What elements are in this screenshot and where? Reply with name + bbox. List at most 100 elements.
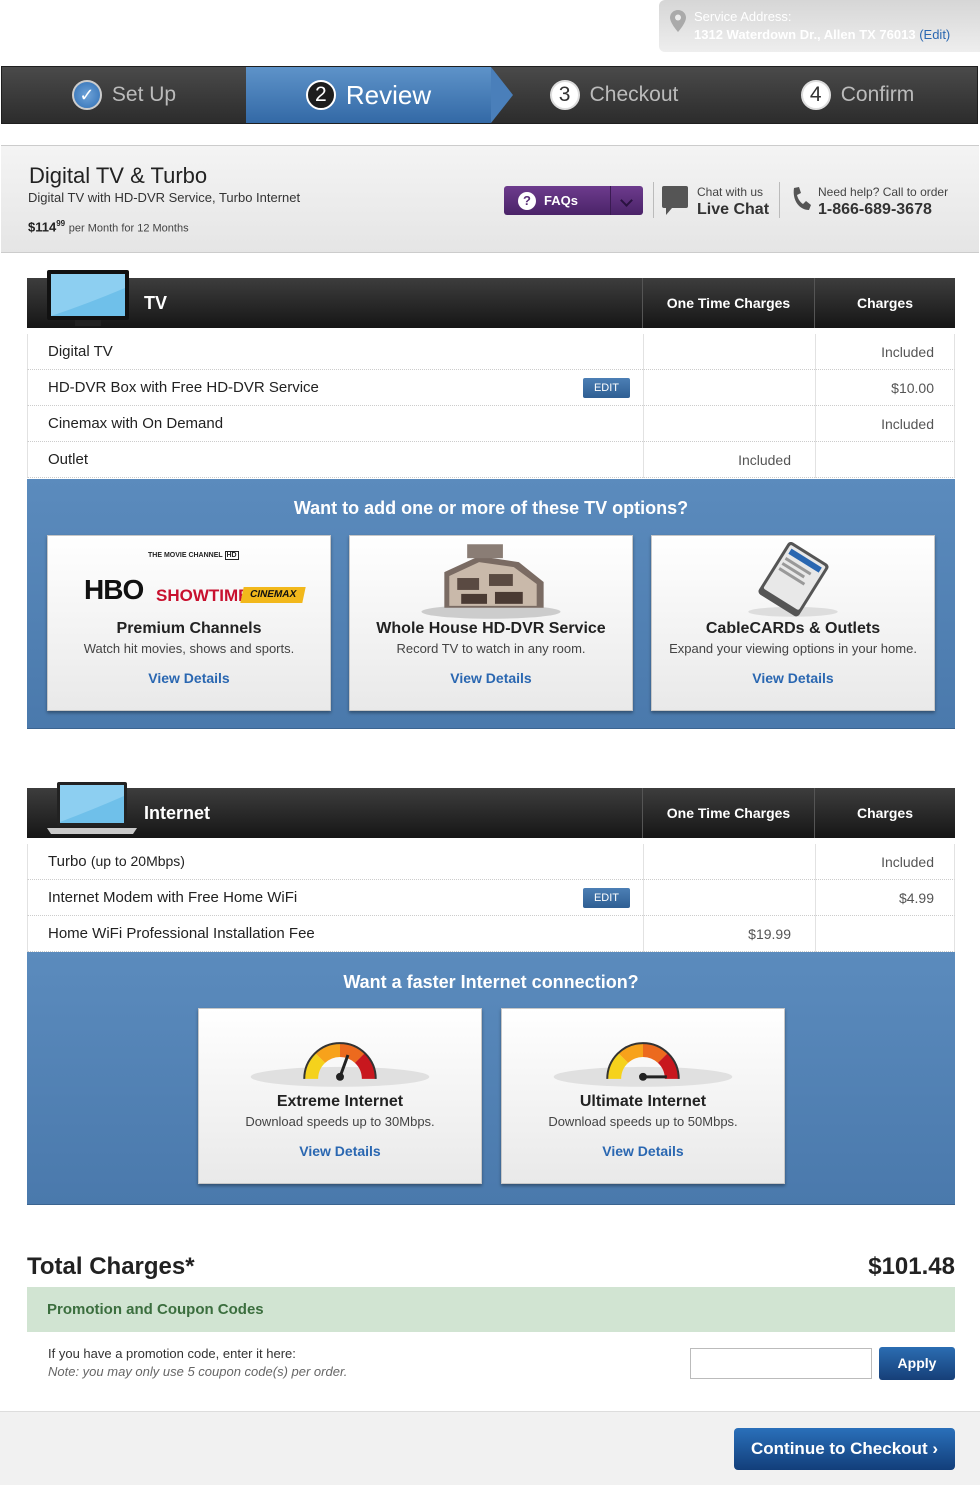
tv-upsell-title: Want to add one or more of these TV opti…	[293, 498, 689, 518]
plan-summary: Digital TV & Turbo Digital TV with HD-DV…	[1, 145, 979, 253]
table-row: Outlet Included	[27, 442, 955, 478]
phone-number[interactable]: 1-866-689-3678	[818, 201, 932, 219]
total-charges-value: $101.48	[868, 1253, 955, 1280]
movie-channel-hd: HD	[224, 551, 239, 560]
chevron-down-icon[interactable]	[610, 186, 643, 215]
row-one-time: Included	[643, 442, 815, 478]
service-address-panel: Service Address: 1312 Waterdown Dr., All…	[659, 0, 980, 52]
table-row: Turbo (up to 20Mbps) Included	[27, 844, 955, 880]
faqs-button[interactable]: ? FAQs	[504, 186, 643, 215]
promotion-header: Promotion and Coupon Codes	[27, 1287, 955, 1332]
hbo-logo: HBO	[84, 574, 144, 605]
step-confirm-number: 4	[800, 80, 831, 110]
plan-subtitle: Digital TV with HD-DVR Service, Turbo In…	[28, 190, 301, 205]
row-item-label: Digital TV	[48, 343, 113, 360]
checkout-steps: ✓ Set Up 2 Review 3 Checkout 4 Confirm	[1, 66, 978, 124]
location-pin-icon	[670, 10, 686, 32]
divider	[653, 182, 654, 218]
one-time-charges-header: One Time Charges	[642, 278, 814, 328]
step-checkout-label: Checkout	[589, 83, 679, 106]
row-one-time	[643, 844, 815, 880]
faqs-label: FAQs	[544, 193, 578, 208]
row-charge: Included	[815, 844, 954, 880]
card-title: Whole House HD-DVR Service	[376, 620, 606, 637]
step-review: 2 Review	[246, 67, 491, 123]
step-review-number: 2	[305, 80, 336, 110]
view-details-link[interactable]: View Details	[502, 1143, 784, 1159]
row-item: Cinemax with On Demand	[48, 415, 224, 432]
continue-to-checkout-button[interactable]: Continue to Checkout ›	[734, 1428, 955, 1470]
internet-upsell-panel: Want a faster Internet connection? Extre…	[27, 952, 955, 1205]
step-confirm: 4 Confirm	[736, 67, 979, 123]
step-review-label: Review	[345, 79, 432, 110]
row-charge: $4.99	[815, 880, 954, 916]
promotion-prompt: If you have a promotion code, enter it h…	[48, 1346, 296, 1361]
card-description: Download speeds up to 50Mbps.	[548, 1114, 738, 1129]
whole-house-dvr-card[interactable]: Whole House HD-DVR Service Record TV to …	[349, 535, 633, 711]
premium-channels-logos: THE MOVIE CHANNEL HD HBO SHOWTIME CINEMA…	[48, 542, 330, 620]
divider	[779, 182, 780, 218]
row-charge	[815, 916, 954, 952]
premium-channels-card[interactable]: THE MOVIE CHANNEL HD HBO SHOWTIME CINEMA…	[47, 535, 331, 711]
row-one-time	[643, 880, 815, 916]
service-address-edit-link[interactable]: (Edit)	[919, 27, 950, 42]
step-setup-label: Set Up	[111, 83, 177, 106]
step-checkout: 3 Checkout	[492, 67, 736, 123]
card-description: Expand your viewing options in your home…	[669, 641, 917, 656]
plan-title: Digital TV & Turbo	[29, 163, 208, 188]
step-setup[interactable]: ✓ Set Up	[2, 67, 246, 123]
service-address-label: Service Address:	[694, 9, 792, 24]
view-details-link[interactable]: View Details	[652, 670, 934, 686]
showtime-logo: SHOWTIME	[156, 586, 250, 605]
row-charge: Included	[815, 334, 954, 370]
edit-button[interactable]: EDIT	[583, 888, 630, 908]
view-details-link[interactable]: View Details	[199, 1143, 481, 1159]
chat-big-label[interactable]: Live Chat	[697, 201, 769, 219]
television-icon	[47, 270, 129, 326]
row-item: Digital TV	[48, 343, 113, 360]
card-title: Extreme Internet	[276, 1093, 404, 1110]
table-row: Digital TV Included	[27, 334, 955, 370]
tv-section-title: TV	[144, 293, 168, 313]
call-small-label: Need help? Call to order	[818, 185, 949, 199]
row-one-time	[643, 406, 815, 442]
step-checkout-number: 3	[549, 80, 580, 110]
card-description: Watch hit movies, shows and sports.	[83, 641, 295, 656]
service-address-text: 1312 Waterdown Dr., Allen TX 76013	[694, 27, 916, 42]
card-title: Ultimate Internet	[579, 1093, 707, 1110]
view-details-link[interactable]: View Details	[350, 670, 632, 686]
row-item-note: (up to 20Mbps)	[90, 853, 185, 869]
house-icon	[421, 544, 561, 619]
one-time-charges-header: One Time Charges	[642, 788, 814, 838]
row-item: Outlet	[48, 451, 89, 468]
row-item: Home WiFi Professional Installation Fee	[48, 925, 315, 942]
plan-price-term: per Month for 12 Months	[68, 222, 189, 235]
checkmark-icon: ✓	[71, 80, 102, 110]
charges-header: Charges	[814, 788, 955, 838]
table-row: Cinemax with On Demand Included	[27, 406, 955, 442]
card-description: Record TV to watch in any room.	[396, 641, 586, 656]
extreme-internet-card[interactable]: Extreme Internet Download speeds up to 3…	[198, 1008, 482, 1184]
promotion-header-title: Promotion and Coupon Codes	[47, 1301, 264, 1318]
speedometer-icon	[250, 1042, 430, 1087]
service-address-value: 1312 Waterdown Dr., Allen TX 76013 (Edit…	[694, 27, 950, 42]
row-item-label: Turbo	[48, 853, 87, 870]
plan-price: $11499 per Month for 12 Months	[28, 219, 189, 234]
apply-button[interactable]: Apply	[879, 1347, 955, 1380]
promotion-code-input[interactable]	[690, 1348, 872, 1379]
chat-bubble-icon	[662, 186, 688, 215]
view-details-link[interactable]: View Details	[48, 670, 330, 686]
row-item: HD-DVR Box with Free HD-DVR Service	[48, 379, 319, 396]
plan-price-dollars: $114	[28, 219, 57, 235]
step-confirm-label: Confirm	[840, 83, 915, 106]
card-title: CableCARDs & Outlets	[705, 620, 881, 637]
row-one-time	[643, 370, 815, 406]
movie-channel-text: THE MOVIE CHANNEL	[148, 552, 223, 559]
row-charge	[815, 442, 954, 478]
edit-button[interactable]: EDIT	[583, 378, 630, 398]
ultimate-internet-card[interactable]: Ultimate Internet Download speeds up to …	[501, 1008, 785, 1184]
row-item: Internet Modem with Free Home WiFi	[48, 889, 298, 906]
table-row: HD-DVR Box with Free HD-DVR Service EDIT…	[27, 370, 955, 406]
cablecards-card[interactable]: CableCARDs & Outlets Expand your viewing…	[651, 535, 935, 711]
row-charge: Included	[815, 406, 954, 442]
